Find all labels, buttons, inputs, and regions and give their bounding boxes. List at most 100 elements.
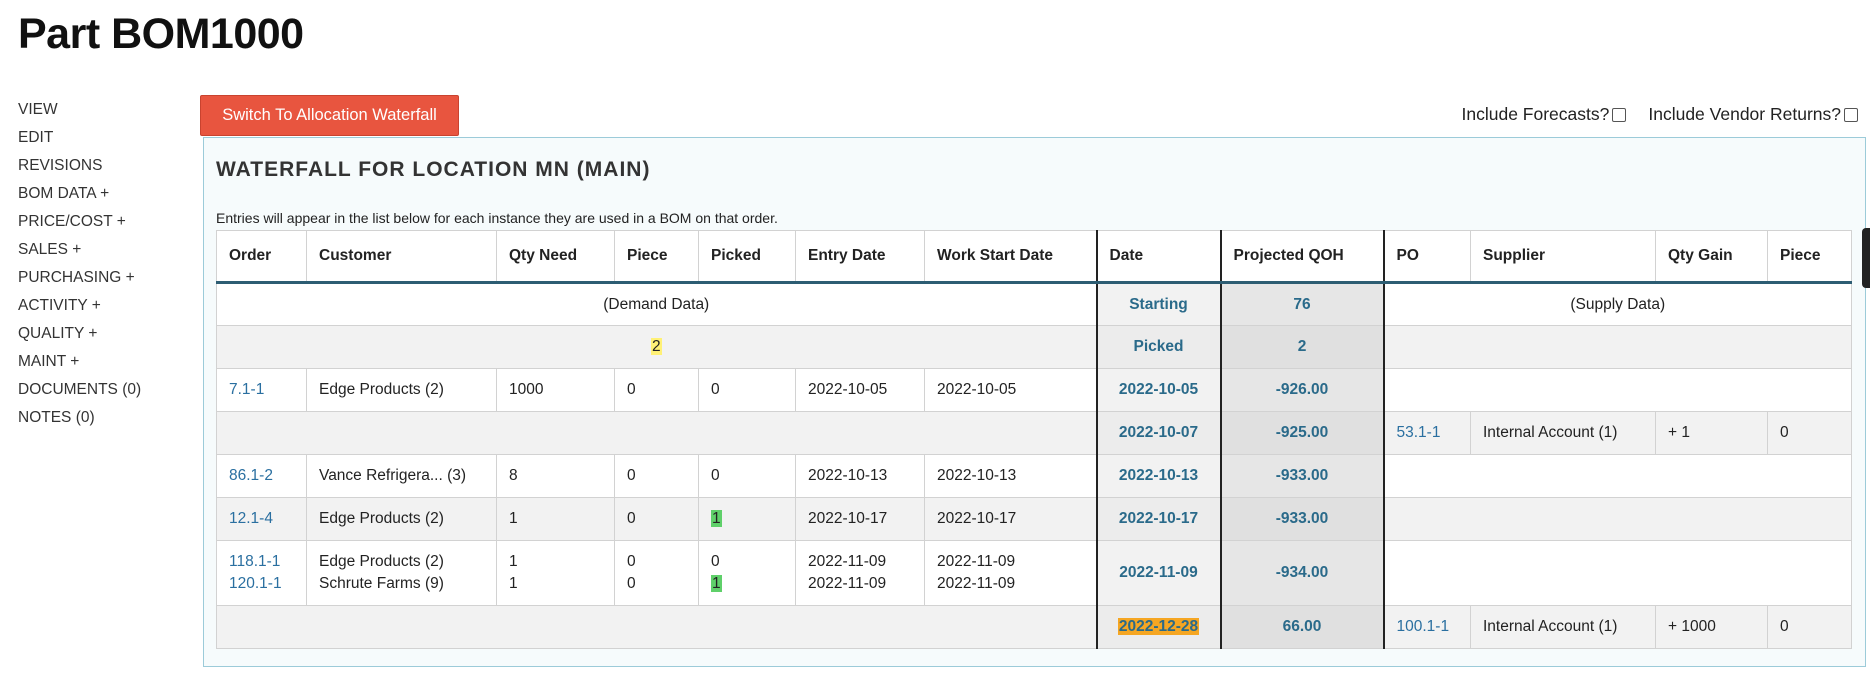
panel-note: Entries will appear in the list below fo…: [216, 210, 778, 226]
sidebar-item-price-cost[interactable]: PRICE/COST +: [18, 208, 141, 236]
qty-need-value: 1: [509, 553, 518, 570]
include-vendor-returns-checkbox[interactable]: [1844, 107, 1858, 122]
date-cell: 2022-11-09: [1095, 540, 1222, 606]
picked-value: 0: [711, 553, 720, 570]
picked-label: Picked: [1095, 325, 1222, 369]
table-row: 118.1-1 120.1-1 Edge Products (2) Schrut…: [216, 540, 1852, 606]
work-start-date-value: 2022-11-09: [937, 575, 1016, 592]
sidebar-item-sales[interactable]: SALES +: [18, 236, 141, 264]
empty-supply-cell: [1383, 454, 1852, 498]
include-vendor-returns-option[interactable]: Include Vendor Returns?: [1648, 104, 1858, 125]
col-entry-date[interactable]: Entry Date: [795, 230, 925, 284]
col-piece[interactable]: Piece: [614, 230, 699, 284]
date-value-highlighted: 2022-12-28: [1117, 618, 1200, 635]
col-work-start-date[interactable]: Work Start Date: [924, 230, 1097, 284]
piece-cell: 0: [614, 368, 699, 412]
date-cell: 2022-10-13: [1095, 454, 1222, 498]
entry-date-value: 2022-11-09: [808, 575, 887, 592]
order-link[interactable]: 118.1-1: [229, 551, 294, 573]
piece-value: 0: [627, 553, 636, 570]
qty-gain-cell: + 1000: [1655, 605, 1768, 649]
qty-need-cell: 8: [496, 454, 615, 498]
customer-cell: Edge Products (2): [306, 497, 497, 541]
qoh-cell: -925.00: [1220, 411, 1385, 455]
entry-date-cell: 2022-11-09 2022-11-09: [795, 540, 925, 606]
sidebar-nav: VIEW EDIT REVISIONS BOM DATA + PRICE/COS…: [18, 96, 141, 432]
order-link[interactable]: 7.1-1: [229, 381, 264, 398]
col-supplier[interactable]: Supplier: [1470, 230, 1656, 284]
col-date[interactable]: Date: [1095, 230, 1222, 284]
piece-cell: 0: [614, 454, 699, 498]
customer-cell: Edge Products (2): [306, 368, 497, 412]
work-start-date-cell: 2022-10-05: [924, 368, 1097, 412]
customer-value: Schrute Farms (9): [319, 575, 444, 592]
date-cell: 2022-10-17: [1095, 497, 1222, 541]
include-forecasts-checkbox[interactable]: [1612, 107, 1627, 122]
qoh-cell: 66.00: [1220, 605, 1385, 649]
sidebar-item-edit[interactable]: EDIT: [18, 124, 141, 152]
empty-supply-cell: [1383, 540, 1852, 606]
sidebar-item-notes[interactable]: NOTES (0): [18, 404, 141, 432]
qoh-cell: -926.00: [1220, 368, 1385, 412]
table-row: 86.1-2 Vance Refrigera... (3) 8 0 0 2022…: [216, 454, 1852, 498]
date-cell: 2022-12-28: [1095, 605, 1222, 649]
empty-supply-cell: [1383, 325, 1852, 369]
picked-qoh: 2: [1220, 325, 1385, 369]
demand-data-label: (Demand Data): [216, 282, 1097, 326]
picked-cell: 0: [698, 368, 796, 412]
col-customer[interactable]: Customer: [306, 230, 497, 284]
starting-label: Starting: [1095, 282, 1222, 326]
qty-need-cell: 1: [496, 497, 615, 541]
date-cell: 2022-10-07: [1095, 411, 1222, 455]
col-order[interactable]: Order: [216, 230, 307, 284]
switch-to-allocation-waterfall-button[interactable]: Switch To Allocation Waterfall: [200, 95, 459, 136]
po-link[interactable]: 53.1-1: [1397, 424, 1441, 441]
order-cell: 118.1-1 120.1-1: [216, 540, 307, 606]
scroll-handle[interactable]: [1862, 228, 1870, 288]
supplier-cell: Internal Account (1): [1470, 605, 1656, 649]
panel-title: WATERFALL FOR LOCATION MN (MAIN): [216, 158, 651, 181]
order-link[interactable]: 120.1-1: [229, 573, 294, 595]
entry-date-cell: 2022-10-17: [795, 497, 925, 541]
empty-demand-cell: [216, 605, 1097, 649]
sidebar-item-bom-data[interactable]: BOM DATA +: [18, 180, 141, 208]
entry-date-value: 2022-11-09: [808, 553, 887, 570]
entry-date-cell: 2022-10-05: [795, 368, 925, 412]
empty-demand-cell: [216, 411, 1097, 455]
include-forecasts-option[interactable]: Include Forecasts?: [1462, 104, 1627, 125]
work-start-date-cell: 2022-10-17: [924, 497, 1097, 541]
entry-date-cell: 2022-10-13: [795, 454, 925, 498]
table-header-row: Order Customer Qty Need Piece Picked Ent…: [216, 230, 1852, 284]
sidebar-item-documents[interactable]: DOCUMENTS (0): [18, 376, 141, 404]
order-link[interactable]: 12.1-4: [229, 510, 273, 527]
customer-value: Edge Products (2): [319, 553, 444, 570]
sidebar-item-view[interactable]: VIEW: [18, 96, 141, 124]
po-link[interactable]: 100.1-1: [1397, 618, 1450, 635]
picked-cell: 0 1: [698, 540, 796, 606]
sidebar-item-quality[interactable]: QUALITY +: [18, 320, 141, 348]
col-po[interactable]: PO: [1383, 230, 1471, 284]
picked-value-wrap: 1: [711, 573, 783, 595]
col-qty-need[interactable]: Qty Need: [496, 230, 615, 284]
customer-cell: Edge Products (2) Schrute Farms (9): [306, 540, 497, 606]
qty-gain-cell: + 1: [1655, 411, 1768, 455]
sidebar-item-revisions[interactable]: REVISIONS: [18, 152, 141, 180]
picked-value: 1: [711, 510, 722, 527]
sidebar-item-purchasing[interactable]: PURCHASING +: [18, 264, 141, 292]
sidebar-item-activity[interactable]: ACTIVITY +: [18, 292, 141, 320]
qoh-cell: -933.00: [1220, 497, 1385, 541]
supply-data-label: (Supply Data): [1383, 282, 1852, 326]
col-picked[interactable]: Picked: [698, 230, 796, 284]
waterfall-options: Include Forecasts? Include Vendor Return…: [1462, 104, 1858, 125]
picked-total-value: 2: [650, 338, 662, 355]
include-forecasts-label: Include Forecasts?: [1461, 104, 1610, 124]
col-supply-piece[interactable]: Piece: [1767, 230, 1852, 284]
supplier-cell: Internal Account (1): [1470, 411, 1656, 455]
col-projected-qoh[interactable]: Projected QOH: [1220, 230, 1385, 284]
waterfall-table: Order Customer Qty Need Piece Picked Ent…: [216, 230, 1852, 649]
sidebar-item-maint[interactable]: MAINT +: [18, 348, 141, 376]
col-qty-gain[interactable]: Qty Gain: [1655, 230, 1768, 284]
qoh-cell: -933.00: [1220, 454, 1385, 498]
qoh-cell: -934.00: [1220, 540, 1385, 606]
order-link[interactable]: 86.1-2: [229, 467, 273, 484]
